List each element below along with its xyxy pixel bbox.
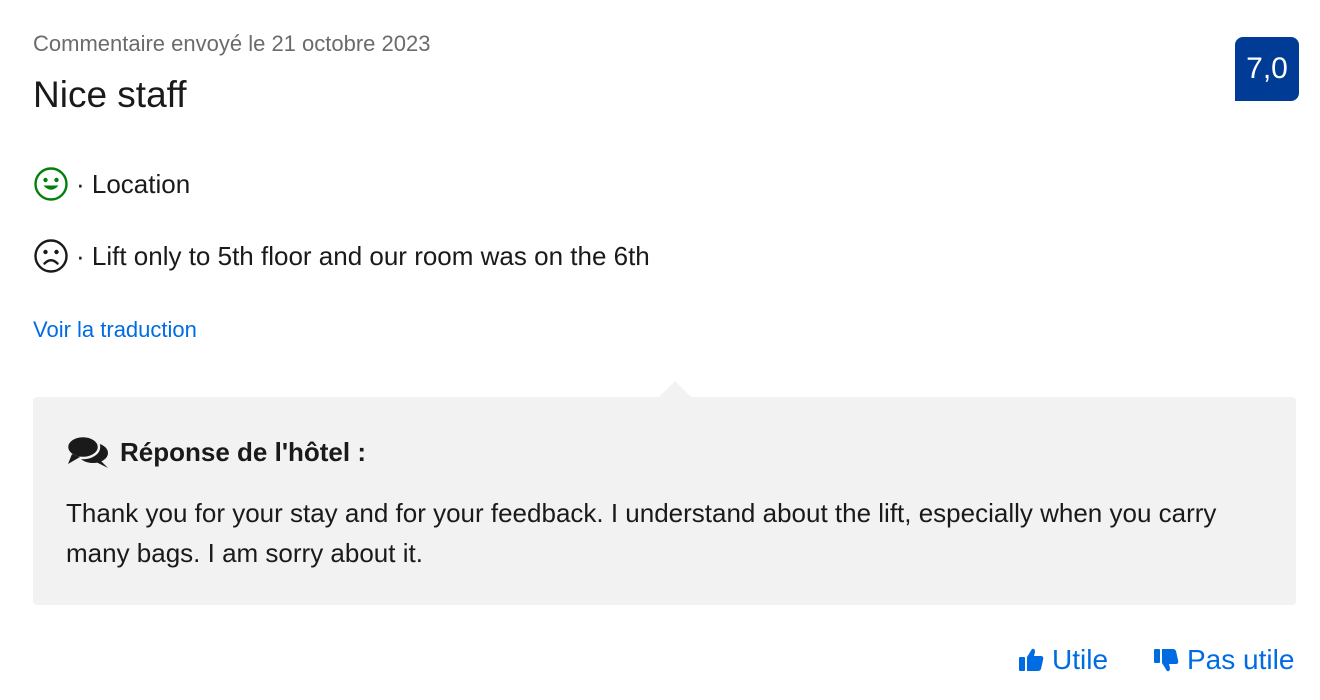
- smiley-happy-icon: [33, 166, 69, 202]
- hotel-reply-header: Réponse de l'hôtel :: [66, 433, 366, 471]
- positive-comment: · Location: [33, 166, 190, 202]
- hotel-reply-box: Réponse de l'hôtel : Thank you for your …: [33, 397, 1296, 605]
- thumbs-down-icon: [1152, 646, 1180, 674]
- helpful-label: Utile: [1052, 644, 1109, 675]
- review-score-badge: 7,0: [1235, 37, 1299, 101]
- not-helpful-label: Pas utile: [1187, 644, 1295, 675]
- thumbs-up-icon: [1017, 646, 1045, 674]
- speech-bubbles-icon: [66, 433, 112, 471]
- negative-comment-text: · Lift only to 5th floor and our room wa…: [76, 240, 650, 271]
- review-date: Commentaire envoyé le 21 octobre 2023: [33, 31, 431, 56]
- hotel-reply-title: Réponse de l'hôtel :: [120, 436, 366, 467]
- translate-link[interactable]: Voir la traduction: [33, 317, 197, 343]
- review-title: Nice staff: [33, 74, 187, 115]
- not-helpful-button[interactable]: Pas utile: [1152, 644, 1294, 676]
- positive-comment-text: · Location: [76, 168, 191, 199]
- helpful-button[interactable]: Utile: [1017, 644, 1108, 676]
- hotel-reply-text: Thank you for your stay and for your fee…: [66, 498, 1217, 568]
- smiley-sad-icon: [33, 238, 69, 274]
- reply-arrow: [659, 381, 691, 397]
- negative-comment: · Lift only to 5th floor and our room wa…: [33, 238, 650, 274]
